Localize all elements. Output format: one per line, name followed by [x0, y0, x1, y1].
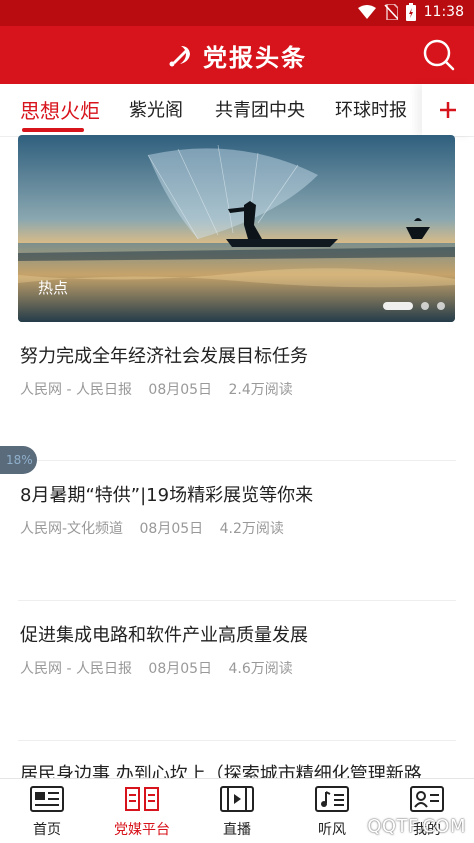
party-emblem-icon — [169, 46, 190, 67]
watermark: QQTF.COM — [367, 816, 466, 837]
news-item[interactable]: 努力完成全年经济社会发展目标任务 人民网 - 人民日报 08月05日 2.4万阅… — [0, 322, 474, 460]
tab-huanqiu-shibao[interactable]: 环球时报 — [335, 96, 407, 122]
tab-ziguangge[interactable]: 紫光阁 — [129, 96, 183, 122]
tab-sixiang-huoju[interactable]: 思想火炬 — [20, 95, 100, 124]
nav-label: 直播 — [223, 822, 251, 838]
banner-pagination — [383, 302, 445, 310]
nav-party-media[interactable]: 党媒平台 — [95, 785, 189, 839]
news-reads: 2.4万阅读 — [228, 382, 293, 398]
news-source: 人民网-文化频道 — [20, 521, 124, 537]
nav-label: 首页 — [33, 822, 61, 838]
hot-banner[interactable]: 热点 — [18, 135, 455, 322]
banner-dot[interactable] — [383, 302, 413, 310]
news-source: 人民网 - 人民日报 — [20, 661, 132, 677]
news-title[interactable]: 促进集成电路和软件产业高质量发展 — [20, 621, 308, 647]
nav-label: 党媒平台 — [114, 822, 170, 838]
news-meta: 人民网 - 人民日报 08月05日 4.6万阅读 — [20, 658, 305, 678]
news-title[interactable]: 8月暑期“特供”|19场精彩展览等你来 — [20, 481, 313, 507]
party-media-icon — [125, 787, 159, 811]
music-note-icon — [315, 786, 349, 812]
profile-card-icon — [410, 786, 444, 812]
wifi-icon — [357, 5, 376, 19]
banner-dot[interactable] — [437, 302, 445, 310]
news-date: 08月05日 — [148, 661, 213, 677]
news-item[interactable]: 8月暑期“特供”|19场精彩展览等你来 人民网-文化频道 08月05日 4.2万… — [0, 461, 474, 599]
news-date: 08月05日 — [148, 382, 213, 398]
floating-progress-badge[interactable]: 18% — [0, 446, 37, 474]
banner-caption: 热点 — [38, 279, 69, 297]
nav-home[interactable]: 首页 — [0, 785, 94, 839]
banner-image — [18, 135, 455, 322]
banner-dot[interactable] — [421, 302, 429, 310]
status-time: 11:38 — [423, 4, 464, 20]
app-header: 党报头条 — [0, 26, 474, 84]
bottom-nav: 首页 党媒平台 直播 听风 我的 QQTF.COM — [0, 778, 474, 843]
search-icon[interactable] — [422, 38, 456, 72]
app-title-group: 党报头条 — [0, 26, 474, 84]
app-title: 党报头条 — [203, 42, 307, 72]
live-video-icon — [220, 786, 254, 812]
no-sim-icon — [384, 4, 398, 20]
nav-listen[interactable]: 听风 — [285, 785, 379, 839]
nav-label: 听风 — [318, 822, 346, 838]
tab-gongqingtuan[interactable]: 共青团中央 — [215, 96, 305, 122]
status-bar: 11:38 — [0, 0, 474, 26]
plus-icon — [440, 102, 456, 118]
news-meta: 人民网 - 人民日报 08月05日 2.4万阅读 — [20, 379, 305, 399]
news-date: 08月05日 — [139, 521, 204, 537]
nav-live[interactable]: 直播 — [190, 785, 284, 839]
home-news-icon — [30, 786, 64, 812]
battery-charging-icon — [405, 3, 416, 21]
news-item[interactable]: 促进集成电路和软件产业高质量发展 人民网 - 人民日报 08月05日 4.6万阅… — [0, 601, 474, 739]
news-item[interactable]: 居民身边事 办到心坎上（探索城市精细化管理新路 — [0, 741, 474, 778]
news-source: 人民网 - 人民日报 — [20, 382, 132, 398]
news-title[interactable]: 努力完成全年经济社会发展目标任务 — [20, 342, 308, 368]
news-meta: 人民网-文化频道 08月05日 4.2万阅读 — [20, 518, 296, 538]
news-reads: 4.2万阅读 — [219, 521, 284, 537]
active-tab-indicator — [22, 128, 84, 132]
add-channel-button[interactable] — [422, 84, 474, 136]
news-title[interactable]: 居民身边事 办到心坎上（探索城市精细化管理新路 — [20, 760, 422, 778]
news-reads: 4.6万阅读 — [228, 661, 293, 677]
